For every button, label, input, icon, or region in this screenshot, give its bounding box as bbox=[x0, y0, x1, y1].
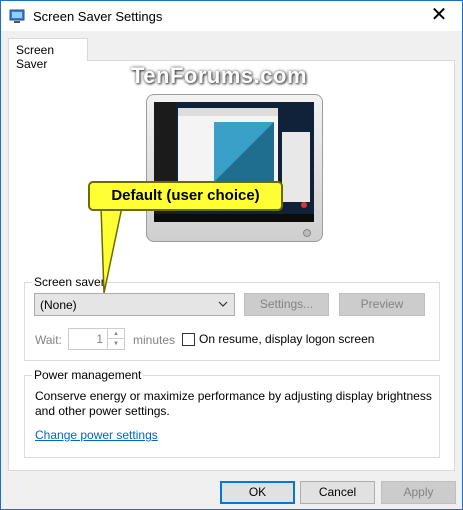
stepper-buttons: ▲ ▼ bbox=[107, 329, 124, 349]
wait-label: Wait: bbox=[35, 333, 62, 347]
screen-saver-select[interactable]: (None) bbox=[34, 293, 235, 316]
window-title: Screen Saver Settings bbox=[33, 9, 163, 24]
screen-saver-settings-window: Screen Saver Settings ✕ Screen Saver Ten… bbox=[0, 0, 463, 510]
stepper-up-icon[interactable]: ▲ bbox=[108, 329, 124, 339]
apply-button[interactable]: Apply bbox=[381, 481, 456, 504]
change-power-settings-link[interactable]: Change power settings bbox=[35, 428, 158, 442]
screen-saver-select-value: (None) bbox=[40, 298, 77, 312]
watermark-text: TenForums.com bbox=[131, 63, 308, 88]
minutes-label: minutes bbox=[133, 333, 176, 347]
wait-minutes-value: 1 bbox=[96, 332, 103, 346]
callout-annotation: Default (user choice) bbox=[88, 181, 283, 211]
power-management-group-label: Power management bbox=[32, 368, 144, 382]
callout-pointer bbox=[100, 207, 123, 293]
power-management-description: Conserve energy or maximize performance … bbox=[35, 389, 432, 418]
screen-saver-app-icon bbox=[9, 9, 25, 23]
settings-button[interactable]: Settings... bbox=[244, 293, 329, 316]
chevron-down-icon bbox=[218, 296, 228, 315]
close-button[interactable]: ✕ bbox=[416, 1, 462, 31]
resume-logon-label[interactable]: On resume, display logon screen bbox=[199, 332, 374, 346]
cancel-button[interactable]: Cancel bbox=[300, 481, 375, 504]
close-icon: ✕ bbox=[430, 4, 448, 26]
title-bar: Screen Saver Settings ✕ bbox=[1, 1, 462, 31]
tab-screen-saver[interactable]: Screen Saver bbox=[8, 38, 88, 71]
wait-minutes-stepper[interactable]: 1 ▲ ▼ bbox=[68, 328, 125, 350]
ok-button[interactable]: OK bbox=[220, 481, 295, 504]
resume-logon-checkbox[interactable] bbox=[182, 333, 195, 346]
monitor-preview bbox=[146, 94, 323, 242]
preview-button[interactable]: Preview bbox=[339, 293, 425, 316]
monitor-power-button bbox=[303, 229, 311, 237]
stepper-down-icon[interactable]: ▼ bbox=[108, 339, 124, 349]
